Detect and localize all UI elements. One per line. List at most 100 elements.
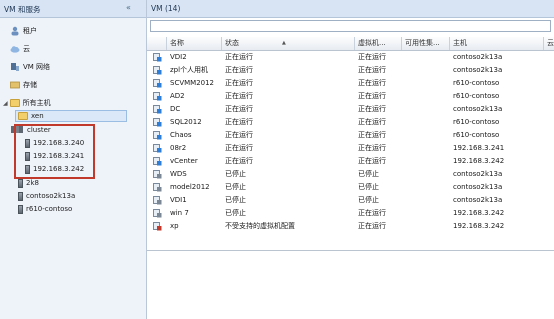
table-row[interactable]: AD2 正在运行 正在运行 r610-contoso	[147, 90, 554, 103]
table-row[interactable]: WDS 已停止 已停止 contoso2k13a	[147, 168, 554, 181]
table-row[interactable]: SCVMM2012 正在运行 正在运行 r610-contoso	[147, 77, 554, 90]
cell-availability	[405, 207, 449, 220]
server-icon	[18, 178, 23, 188]
cell-availability	[405, 181, 449, 194]
annotation-highlight-box	[14, 124, 95, 179]
vm-warning-icon	[153, 222, 162, 231]
cell-vm-state: 已停止	[358, 183, 379, 191]
tree-node-label: 所有主机	[22, 99, 51, 107]
cell-vm-state: 正在运行	[358, 209, 386, 217]
vm-running-icon	[153, 92, 162, 101]
collapse-arrow-icon[interactable]: ◢	[3, 100, 8, 107]
table-row[interactable]: win 7 已停止 正在运行 192.168.3.242	[147, 207, 554, 220]
nav-item-clouds[interactable]: 云	[10, 42, 30, 56]
column-header-host[interactable]: 主机	[450, 37, 544, 50]
cell-vm-state: 正在运行	[358, 53, 386, 61]
cell-status: 正在运行	[225, 131, 253, 139]
cell-vm-state: 正在运行	[358, 92, 386, 100]
vm-running-icon	[153, 144, 162, 153]
cell-name: VDI2	[170, 53, 187, 61]
collapse-pane-icon[interactable]: «	[126, 3, 131, 12]
nav-header: VM 和服务 «	[0, 0, 146, 18]
server-icon	[18, 191, 23, 201]
cell-name: zpl个人用机	[170, 66, 209, 74]
table-row[interactable]: vCenter 正在运行 正在运行 192.168.3.242	[147, 155, 554, 168]
tree-node-host[interactable]: 2k8	[18, 177, 39, 189]
column-header-name[interactable]: 名称	[167, 37, 222, 50]
column-header-vm-state[interactable]: 虚拟机...	[355, 37, 402, 50]
cell-availability	[405, 168, 449, 181]
cell-status: 正在运行	[225, 105, 253, 113]
column-header-status[interactable]: 状态 ▲	[222, 37, 355, 50]
cell-availability	[405, 116, 449, 129]
cell-vm-state: 正在运行	[358, 105, 386, 113]
search-input[interactable]	[150, 20, 551, 32]
cell-name: vCenter	[170, 157, 198, 165]
cell-host: r610-contoso	[453, 79, 500, 87]
cell-name: model2012	[170, 183, 210, 191]
main-header: VM (14)	[147, 0, 554, 18]
cell-host: r610-contoso	[453, 131, 500, 139]
column-header-icon	[147, 37, 167, 50]
cell-status: 正在运行	[225, 92, 253, 100]
tree-node-xen[interactable]: xen	[15, 110, 127, 122]
table-row[interactable]: SQL2012 正在运行 正在运行 r610-contoso	[147, 116, 554, 129]
cell-name: Chaos	[170, 131, 192, 139]
cell-status: 已停止	[225, 170, 246, 178]
cell-host: contoso2k13a	[453, 170, 503, 178]
sort-arrow-icon: ▲	[282, 40, 286, 46]
vm-stopped-icon	[153, 196, 162, 205]
vm-running-icon	[153, 66, 162, 75]
table-row[interactable]: model2012 已停止 已停止 contoso2k13a	[147, 181, 554, 194]
nav-item-label: 云	[23, 45, 30, 53]
cell-status: 正在运行	[225, 79, 253, 87]
cell-vm-state: 正在运行	[358, 66, 386, 74]
nav-item-storage[interactable]: 存储	[10, 78, 37, 92]
navigation-pane: VM 和服务 « 租户 云 VM 网络 存储 ◢ 所有主机 xen cluste…	[0, 0, 147, 319]
cell-vm-state: 正在运行	[358, 79, 386, 87]
cell-host: 192.168.3.242	[453, 222, 505, 230]
table-row[interactable]: VDI1 已停止 已停止 contoso2k13a	[147, 194, 554, 207]
nav-item-vm-networks[interactable]: VM 网络	[10, 60, 50, 74]
cell-vm-state: 正在运行	[358, 144, 386, 152]
vm-running-icon	[153, 105, 162, 114]
server-icon	[18, 204, 23, 214]
cell-status: 已停止	[225, 183, 246, 191]
cell-host: 192.168.3.242	[453, 209, 505, 217]
vm-running-icon	[153, 118, 162, 127]
vm-stopped-icon	[153, 183, 162, 192]
tree-node-label: r610-contoso	[26, 205, 73, 213]
nav-item-label: 租户	[23, 27, 37, 35]
cell-host: 192.168.3.241	[453, 144, 505, 152]
tree-node-all-hosts[interactable]: ◢ 所有主机	[3, 97, 51, 109]
column-header-cloud[interactable]: 云	[544, 37, 554, 50]
vm-stopped-icon	[153, 170, 162, 179]
tree-node-label: xen	[31, 112, 44, 120]
column-header-availability[interactable]: 可用性集...	[402, 37, 450, 50]
cell-availability	[405, 220, 449, 233]
cell-availability	[405, 51, 449, 64]
vm-running-icon	[153, 157, 162, 166]
vm-stopped-icon	[153, 209, 162, 218]
table-row[interactable]: zpl个人用机 正在运行 正在运行 contoso2k13a	[147, 64, 554, 77]
main-pane: VM (14) 名称 状态 ▲ 虚拟机... 可用性集... 主机 云 VDI2…	[147, 0, 554, 319]
table-row[interactable]: VDI2 正在运行 正在运行 contoso2k13a	[147, 51, 554, 64]
table-row[interactable]: 08r2 正在运行 正在运行 192.168.3.241	[147, 142, 554, 155]
cell-name: DC	[170, 105, 181, 113]
cell-name: xp	[170, 222, 179, 230]
cell-status: 不受支持的虚拟机配置	[225, 222, 295, 230]
cell-name: WDS	[170, 170, 187, 178]
cell-host: r610-contoso	[453, 92, 500, 100]
table-row[interactable]: xp 不受支持的虚拟机配置 正在运行 192.168.3.242	[147, 220, 554, 233]
cell-host: contoso2k13a	[453, 196, 503, 204]
tree-node-host[interactable]: contoso2k13a	[18, 190, 75, 202]
table-row[interactable]: Chaos 正在运行 正在运行 r610-contoso	[147, 129, 554, 142]
nav-item-tenants[interactable]: 租户	[10, 24, 37, 38]
tree-node-label: 2k8	[26, 179, 39, 187]
cell-availability	[405, 77, 449, 90]
tree-node-host[interactable]: r610-contoso	[18, 203, 72, 215]
cell-vm-state: 正在运行	[358, 118, 386, 126]
table-row[interactable]: DC 正在运行 正在运行 contoso2k13a	[147, 103, 554, 116]
cell-host: r610-contoso	[453, 118, 500, 126]
cell-host: contoso2k13a	[453, 105, 503, 113]
